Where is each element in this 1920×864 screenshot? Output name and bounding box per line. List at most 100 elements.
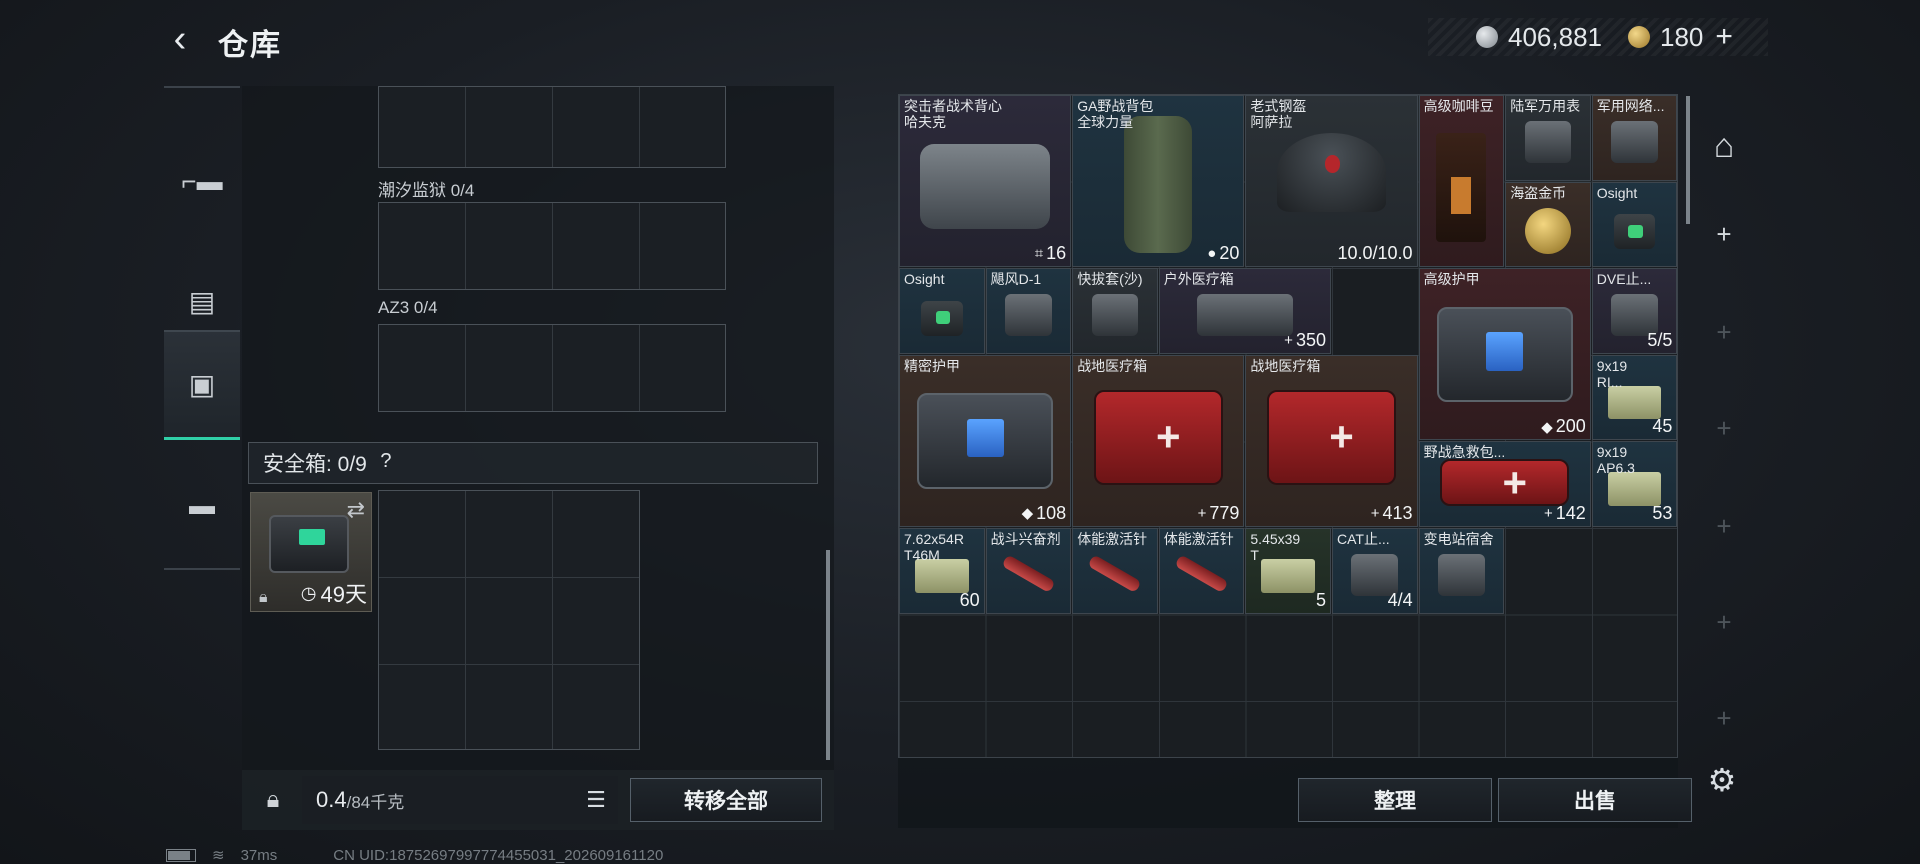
help-icon[interactable]: ?	[373, 450, 399, 476]
bag-icon	[920, 143, 1050, 229]
battery-icon	[166, 848, 196, 862]
stash-item[interactable]: 突击者战术背心 哈夫克 ⌗ 16	[899, 95, 1072, 268]
item-name: 陆军万用表	[1510, 98, 1581, 114]
add-stash-page-button[interactable]: +	[1694, 214, 1754, 254]
tab-items[interactable]: ▬	[164, 450, 240, 560]
stash-item[interactable]: 高级咖啡豆	[1418, 95, 1505, 268]
lock-button[interactable]: 🔒︎	[254, 780, 292, 820]
container-scrollbar[interactable]	[826, 550, 830, 760]
item-name: 7.62x54R T46M	[904, 531, 964, 563]
dufflebag-icon	[1124, 116, 1193, 253]
stash-item[interactable]: 战斗兴奋剂	[985, 528, 1072, 614]
stash-item[interactable]: 高级护甲 ◆ 200	[1418, 268, 1591, 441]
tab-weapons[interactable]: ⌐▬	[164, 126, 240, 236]
backpack-icon: ▤	[188, 285, 216, 317]
stash-item[interactable]: 快拔套(沙)	[1072, 268, 1158, 354]
plus-icon: +	[1716, 606, 1732, 637]
ammo-box-icon	[1607, 472, 1662, 506]
stash-item[interactable]: 野战急救包... +142	[1418, 441, 1591, 527]
stash-item[interactable]: 海盗金币	[1505, 181, 1591, 268]
generic-icon	[1437, 554, 1485, 596]
stash-item[interactable]: 5.45x39 T 5	[1245, 528, 1331, 614]
item-name: GA野战背包 全球力量	[1077, 98, 1154, 130]
sort-button[interactable]: 整理	[1298, 778, 1492, 822]
stash-item[interactable]: 体能激活针	[1072, 528, 1158, 614]
stat-icon: +	[1284, 331, 1293, 349]
stash-item[interactable]: Osight	[1591, 181, 1678, 268]
ammo-box-icon	[1607, 385, 1662, 420]
syringe-icon	[1174, 553, 1229, 593]
stat-icon: ◆	[1021, 505, 1034, 523]
list-view-button[interactable]: ☰	[580, 784, 612, 816]
item-name: 快拔套(沙)	[1077, 271, 1143, 288]
generic-icon	[1524, 121, 1572, 163]
stash-item[interactable]: 陆军万用表	[1505, 95, 1591, 181]
category-tab-rail: ⌐▬ ▤ ▣ ▬	[164, 86, 240, 570]
container-grid-az3[interactable]	[378, 324, 726, 412]
syringe-icon	[1001, 553, 1056, 593]
currency-bar: 406,881 180 +	[1428, 18, 1768, 56]
stash-item[interactable]: 户外医疗箱 +350	[1158, 268, 1331, 354]
settings-gear-icon[interactable]: ⚙	[1702, 760, 1742, 800]
stash-item[interactable]: CAT止... 4/4	[1332, 528, 1418, 614]
safe-box-grid[interactable]	[378, 490, 640, 750]
generic-icon	[1004, 294, 1052, 337]
weight-display: 0.4 /84千克	[302, 776, 618, 824]
item-name: CAT止...	[1337, 531, 1390, 547]
medkit-icon	[1440, 459, 1570, 506]
stash-item[interactable]: 战地医疗箱 +779	[1072, 354, 1245, 527]
safe-box-item[interactable]: ⇄ 🔒︎ ◷ 49天	[250, 492, 372, 612]
stash-item[interactable]: 变电站宿舍	[1418, 528, 1505, 614]
container-grid-tidal-prison[interactable]	[378, 202, 726, 290]
stash-item[interactable]: 战地医疗箱 +413	[1245, 354, 1418, 527]
stash-page-locked: +	[1694, 408, 1754, 448]
stash-scrollbar[interactable]	[1686, 96, 1690, 224]
stash-item[interactable]: 精密护甲 ◆ 108	[899, 354, 1072, 527]
item-value-text: 4/4	[1387, 589, 1413, 610]
item-name: 高级护甲	[1423, 271, 1480, 288]
scope-icon	[1613, 214, 1656, 250]
item-value-text: 10.0/10.0	[1337, 243, 1413, 264]
stash-page-locked: +	[1694, 602, 1754, 642]
back-arrow-icon[interactable]: ‹	[160, 18, 200, 60]
stash-item[interactable]: 老式钢盔 阿萨拉 10.0/10.0	[1245, 95, 1418, 268]
stash-item[interactable]: 7.62x54R T46M 60	[899, 528, 985, 614]
weight-max: /84千克	[346, 792, 405, 812]
transfer-all-button[interactable]: 转移全部	[630, 778, 822, 822]
stash-item[interactable]: 9x19 RI... 45	[1591, 354, 1678, 441]
stash-item[interactable]: DVE止... 5/5	[1591, 268, 1678, 354]
safe-box-duration: ◷ 49天	[300, 582, 367, 607]
stat-icon: ●	[1207, 245, 1217, 263]
add-currency-button[interactable]: +	[1715, 20, 1733, 54]
item-value-text: 45	[1652, 416, 1673, 437]
list-icon: ☰	[586, 787, 606, 812]
container-grid-top[interactable]	[378, 86, 726, 168]
sell-button[interactable]: 出售	[1498, 778, 1692, 822]
safe-box-header: 安全箱: 0/9 ?	[248, 442, 818, 484]
tab-containers[interactable]: ▣	[164, 330, 240, 440]
stash-item[interactable]: Osight	[899, 268, 985, 354]
stash-item[interactable]: 飓风D-1	[985, 268, 1072, 354]
helmet-icon	[1277, 133, 1386, 212]
stash-item[interactable]: 体能激活针	[1158, 528, 1245, 614]
stash-page-locked: +	[1694, 698, 1754, 738]
plus-icon: +	[1716, 510, 1732, 541]
stash-item[interactable]: 9x19 AP6.3 53	[1591, 441, 1678, 527]
item-value: ◆ 200	[1541, 416, 1586, 437]
item-value-text: 16	[1046, 243, 1067, 264]
plus-icon: +	[1716, 702, 1732, 733]
medkit-icon	[1266, 389, 1397, 486]
stash-page-1[interactable]: ⌂	[1694, 122, 1754, 170]
stash-item[interactable]: GA野战背包 全球力量 ● 20	[1072, 95, 1245, 268]
item-value: 60	[960, 590, 980, 611]
item-name: Osight	[1596, 184, 1638, 201]
clock-icon: ◷	[300, 582, 317, 603]
item-name: 老式钢盔 阿萨拉	[1250, 98, 1307, 130]
swap-icon[interactable]: ⇄	[347, 497, 365, 523]
item-value-text: 5/5	[1647, 329, 1673, 350]
item-value: 10.0/10.0	[1338, 243, 1413, 264]
item-name: 9x19 RI...	[1596, 357, 1628, 390]
stash-item[interactable]: 军用网络...	[1591, 95, 1678, 181]
item-name: 5.45x39 T	[1250, 531, 1301, 563]
stat-icon: +	[1543, 504, 1553, 522]
